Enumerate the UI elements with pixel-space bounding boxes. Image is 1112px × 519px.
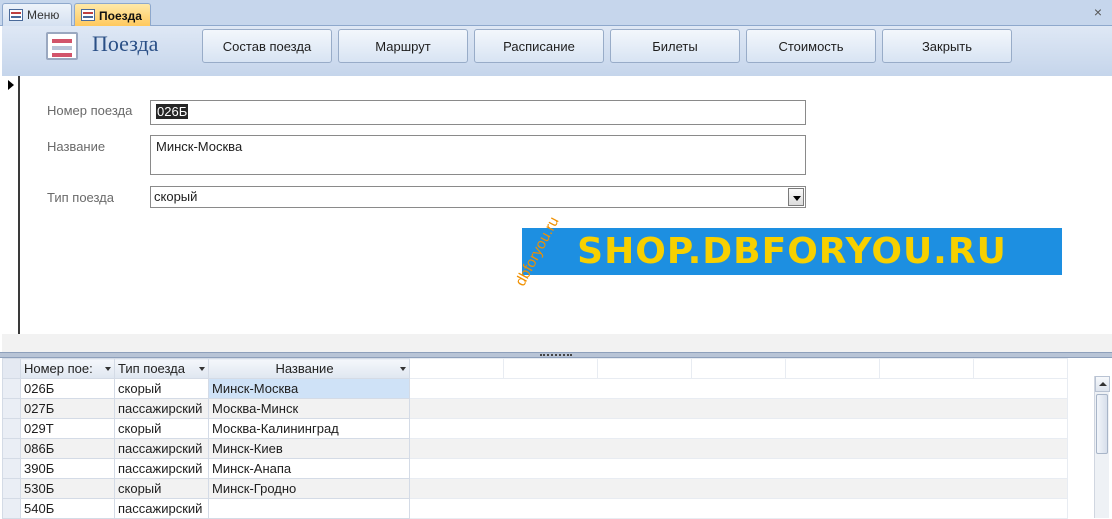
cell-train-number[interactable]: 026Б xyxy=(20,378,115,399)
chevron-down-icon[interactable] xyxy=(400,367,406,371)
tickets-button[interactable]: Билеты xyxy=(610,29,740,63)
vertical-scrollbar[interactable] xyxy=(1094,376,1110,518)
form-logo-icon xyxy=(46,32,78,60)
cell-train-type[interactable]: скорый xyxy=(114,478,209,499)
column-header-train-type[interactable]: Тип поезда xyxy=(114,358,209,379)
form-footer xyxy=(2,334,1112,352)
splitter-grip-icon[interactable] xyxy=(540,354,572,356)
document-tab-strip: Меню Поезда × xyxy=(0,0,1112,27)
empty-column xyxy=(785,358,880,379)
train-composition-button[interactable]: Состав поезда xyxy=(202,29,332,63)
cell-name[interactable]: Москва-Минск xyxy=(208,398,410,419)
route-button[interactable]: Маршрут xyxy=(338,29,468,63)
close-icon[interactable]: × xyxy=(1094,4,1102,20)
row-selector[interactable] xyxy=(2,478,21,499)
train-type-label: Тип поезда xyxy=(47,190,114,205)
datasheet: Номер пое: Тип поезда Название 026Б скор… xyxy=(0,358,1112,519)
datasheet-table: Номер пое: Тип поезда Название 026Б скор… xyxy=(2,358,1068,519)
name-value: Минск-Москва xyxy=(156,139,243,154)
tab-menu-label: Меню xyxy=(27,8,60,22)
empty-cell xyxy=(409,378,1068,399)
chevron-down-icon[interactable] xyxy=(788,188,804,206)
form-header: Поезда Состав поезда Маршрут Расписание … xyxy=(2,26,1112,76)
empty-cell xyxy=(409,438,1068,459)
column-header-label: Номер пое: xyxy=(24,361,93,376)
table-row[interactable]: 086Б пассажирский Минск-Киев xyxy=(2,438,1068,459)
cell-train-type[interactable]: пассажирский xyxy=(114,438,209,459)
row-selector[interactable] xyxy=(2,398,21,419)
row-selector[interactable] xyxy=(2,438,21,459)
cell-name[interactable]: Минск-Москва xyxy=(208,378,410,399)
cell-train-type[interactable]: пассажирский xyxy=(114,398,209,419)
tab-trains-label: Поезда xyxy=(99,8,142,23)
column-header-label: Тип поезда xyxy=(118,361,185,376)
select-all-corner[interactable] xyxy=(2,358,21,379)
chevron-down-icon[interactable] xyxy=(105,367,111,371)
tab-trains[interactable]: Поезда xyxy=(74,3,151,27)
empty-column xyxy=(973,358,1068,379)
column-header-name[interactable]: Название xyxy=(208,358,410,379)
form-detail: Номер поезда 026Б Название Минск-Москва … xyxy=(2,76,1112,352)
table-row[interactable]: 390Б пассажирский Минск-Анапа xyxy=(2,458,1068,479)
cost-button[interactable]: Стоимость xyxy=(746,29,876,63)
chevron-down-icon[interactable] xyxy=(199,367,205,371)
table-row[interactable]: 026Б скорый Минск-Москва xyxy=(2,378,1068,399)
row-selector[interactable] xyxy=(2,498,21,519)
cell-train-type[interactable]: скорый xyxy=(114,418,209,439)
empty-column xyxy=(691,358,786,379)
record-selector[interactable] xyxy=(2,76,20,334)
empty-cell xyxy=(409,398,1068,419)
cell-train-number[interactable]: 029Т xyxy=(20,418,115,439)
cell-train-number[interactable]: 086Б xyxy=(20,438,115,459)
train-number-label: Номер поезда xyxy=(47,103,133,118)
scrollbar-thumb[interactable] xyxy=(1096,394,1108,454)
watermark-banner: SHOP.DBFORYOU.RU xyxy=(522,228,1062,275)
cell-name[interactable]: Минск-Гродно xyxy=(208,478,410,499)
column-header-train-number[interactable]: Номер пое: xyxy=(20,358,115,379)
form-icon xyxy=(9,9,23,21)
train-type-combobox[interactable]: скорый xyxy=(150,186,806,208)
scroll-up-icon[interactable] xyxy=(1095,376,1110,392)
table-row[interactable]: 540Б пассажирский xyxy=(2,498,1068,519)
row-selector[interactable] xyxy=(2,458,21,479)
current-record-arrow-icon xyxy=(8,80,14,90)
cell-train-number[interactable]: 540Б xyxy=(20,498,115,519)
name-label: Название xyxy=(47,139,106,154)
row-selector[interactable] xyxy=(2,378,21,399)
empty-column xyxy=(597,358,692,379)
cell-train-number[interactable]: 390Б xyxy=(20,458,115,479)
cell-name[interactable]: Минск-Киев xyxy=(208,438,410,459)
row-selector[interactable] xyxy=(2,418,21,439)
cell-train-number[interactable]: 027Б xyxy=(20,398,115,419)
cell-name[interactable]: Москва-Калининград xyxy=(208,418,410,439)
form-icon xyxy=(81,9,95,21)
empty-cell xyxy=(409,498,1068,519)
cell-name[interactable] xyxy=(208,498,410,519)
empty-column xyxy=(503,358,598,379)
cell-train-type[interactable]: пассажирский xyxy=(114,458,209,479)
page-title: Поезда xyxy=(92,31,159,56)
name-field[interactable]: Минск-Москва xyxy=(150,135,806,175)
close-button[interactable]: Закрыть xyxy=(882,29,1012,63)
empty-column xyxy=(879,358,974,379)
cell-train-number[interactable]: 530Б xyxy=(20,478,115,499)
datasheet-header-row: Номер пое: Тип поезда Название xyxy=(2,358,1068,379)
table-row[interactable]: 029Т скорый Москва-Калининград xyxy=(2,418,1068,439)
empty-cell xyxy=(409,418,1068,439)
train-type-value: скорый xyxy=(154,189,198,204)
train-number-field[interactable]: 026Б xyxy=(150,100,806,125)
table-row[interactable]: 530Б скорый Минск-Гродно xyxy=(2,478,1068,499)
schedule-button[interactable]: Расписание xyxy=(474,29,604,63)
cell-train-type[interactable]: скорый xyxy=(114,378,209,399)
table-row[interactable]: 027Б пассажирский Москва-Минск xyxy=(2,398,1068,419)
column-header-label: Название xyxy=(275,361,334,376)
train-number-value: 026Б xyxy=(156,104,189,119)
cell-train-type[interactable]: пассажирский xyxy=(114,498,209,519)
tab-menu[interactable]: Меню xyxy=(2,3,72,26)
empty-column xyxy=(409,358,504,379)
empty-cell xyxy=(409,458,1068,479)
cell-name[interactable]: Минск-Анапа xyxy=(208,458,410,479)
empty-cell xyxy=(409,478,1068,499)
